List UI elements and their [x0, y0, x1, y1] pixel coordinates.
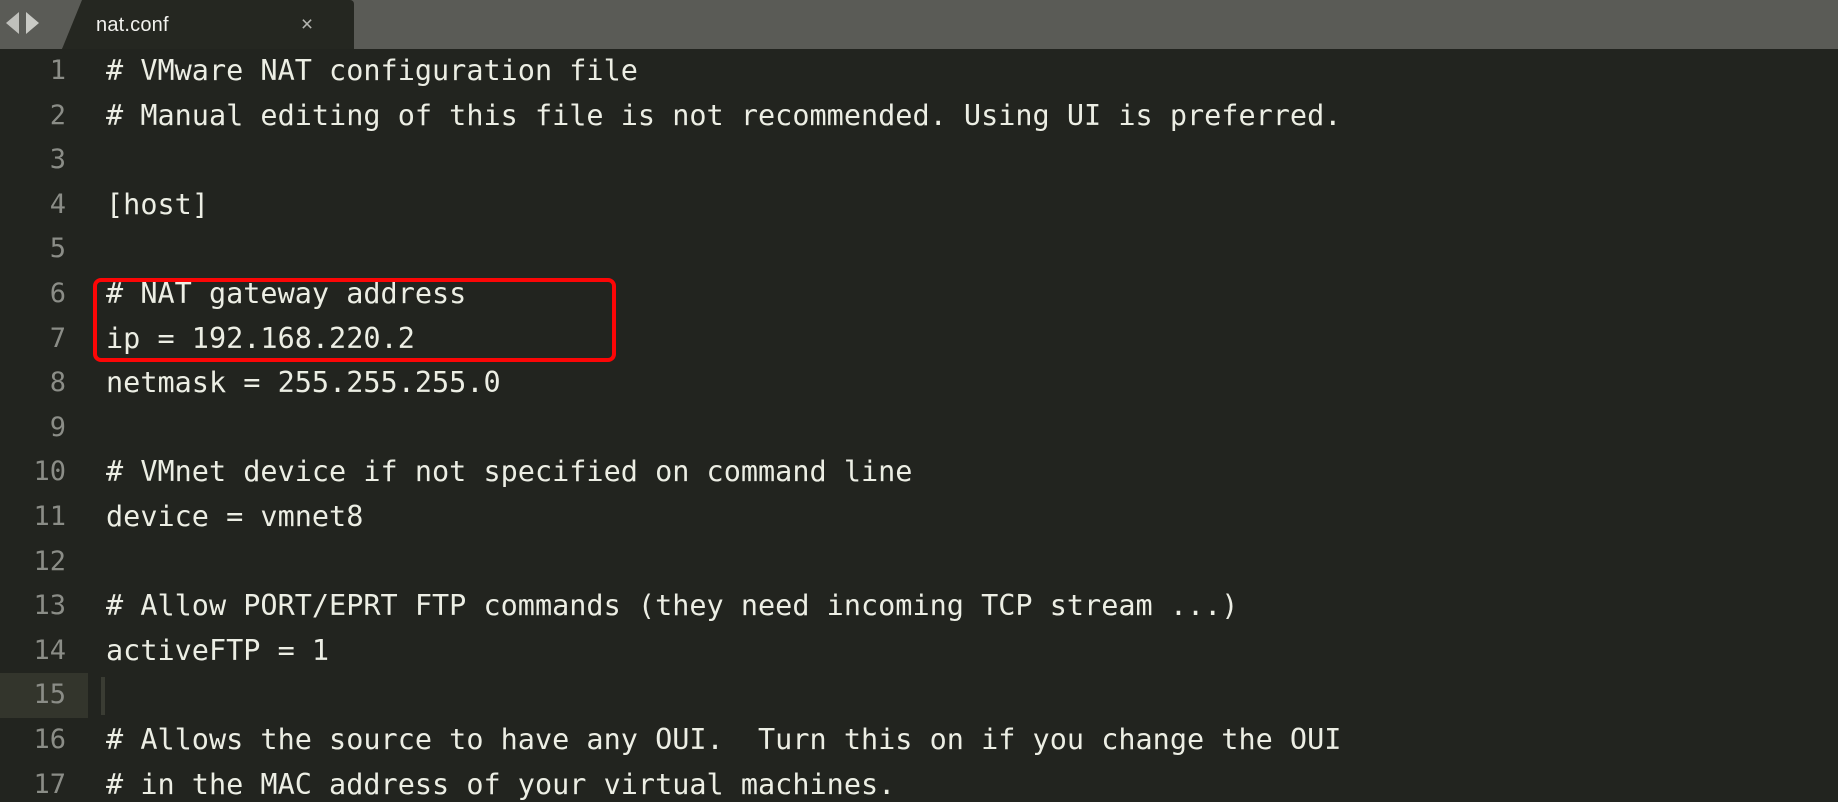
line-number: 15: [33, 679, 66, 711]
tab-title: nat.conf: [96, 14, 169, 36]
tab-left-slant: [62, 0, 96, 49]
line-number: 9: [49, 411, 66, 443]
line-number: 10: [33, 456, 66, 488]
text-caret: [101, 677, 105, 716]
line-number: 12: [33, 545, 66, 577]
line-number: 13: [33, 590, 66, 622]
code-line-row[interactable]: 3: [0, 138, 1838, 183]
line-number: 14: [33, 634, 66, 666]
code-editor-window: nat.conf × 1 # VMware NAT configuration f…: [0, 0, 1838, 802]
code-line-text: # VMware NAT configuration file: [106, 54, 638, 87]
code-line-text: # Manual editing of this file is not rec…: [106, 98, 1342, 132]
line-number: 7: [49, 322, 66, 354]
line-number: 1: [49, 55, 66, 86]
editor-pane[interactable]: 1 # VMware NAT configuration file 2 # Manua…: [0, 49, 1838, 802]
code-content[interactable]: 1 # VMware NAT configuration file 2 # Manua…: [0, 49, 1838, 802]
code-line-text: netmask = 255.255.255.0: [106, 366, 501, 400]
code-line-text: # Allows the source to have any OUI. Tur…: [106, 722, 1342, 756]
line-number: 17: [33, 768, 66, 800]
code-line-text: activeFTP = 1: [106, 633, 330, 667]
navigation-arrows: [6, 12, 39, 34]
code-line-text: device = vmnet8: [106, 499, 364, 533]
code-line-row[interactable]: 14 activeFTP = 1: [0, 629, 1838, 674]
line-number: 5: [49, 233, 66, 265]
code-line-text: # NAT gateway address: [106, 276, 467, 310]
close-icon[interactable]: ×: [296, 14, 318, 36]
code-line-row[interactable]: 8 netmask = 255.255.255.0: [0, 361, 1838, 406]
code-line-row[interactable]: 12: [0, 540, 1838, 585]
code-line-row[interactable]: 4 [host]: [0, 183, 1838, 228]
line-number: 2: [49, 99, 66, 131]
code-line-text: # in the MAC address of your virtual mac…: [106, 767, 896, 801]
code-line-row[interactable]: 17 # in the MAC address of your virtual m…: [0, 763, 1838, 802]
line-number: 8: [49, 367, 66, 399]
code-line-row[interactable]: 13 # Allow PORT/EPRT FTP commands (they n…: [0, 584, 1838, 629]
code-line-row[interactable]: 11 device = vmnet8: [0, 495, 1838, 540]
code-line-row[interactable]: 1 # VMware NAT configuration file: [0, 49, 1838, 94]
code-line-row[interactable]: 2 # Manual editing of this file is not re…: [0, 94, 1838, 139]
code-line-row[interactable]: 16 # Allows the source to have any OUI. T…: [0, 718, 1838, 763]
line-number: 16: [33, 723, 66, 755]
code-line-row[interactable]: 9: [0, 406, 1838, 451]
code-line-text: ip = 192.168.220.2: [106, 321, 415, 355]
triangle-left-icon[interactable]: [6, 12, 19, 34]
line-number: 4: [49, 188, 66, 220]
tab-bar: nat.conf ×: [0, 0, 1838, 49]
code-line-row[interactable]: 15: [0, 673, 1838, 718]
code-line-text: # Allow PORT/EPRT FTP commands (they nee…: [106, 589, 1239, 623]
code-line-text: [host]: [106, 187, 209, 221]
triangle-right-icon[interactable]: [26, 12, 39, 34]
code-line-row[interactable]: 10 # VMnet device if not specified on com…: [0, 450, 1838, 495]
code-line-text: # VMnet device if not specified on comma…: [106, 455, 913, 489]
line-number: 6: [49, 277, 66, 309]
code-line-row[interactable]: 5: [0, 227, 1838, 272]
line-number: 11: [33, 500, 66, 532]
code-line-row[interactable]: 6 # NAT gateway address: [0, 272, 1838, 317]
line-number: 3: [49, 144, 66, 176]
code-line-row[interactable]: 7 ip = 192.168.220.2: [0, 317, 1838, 362]
